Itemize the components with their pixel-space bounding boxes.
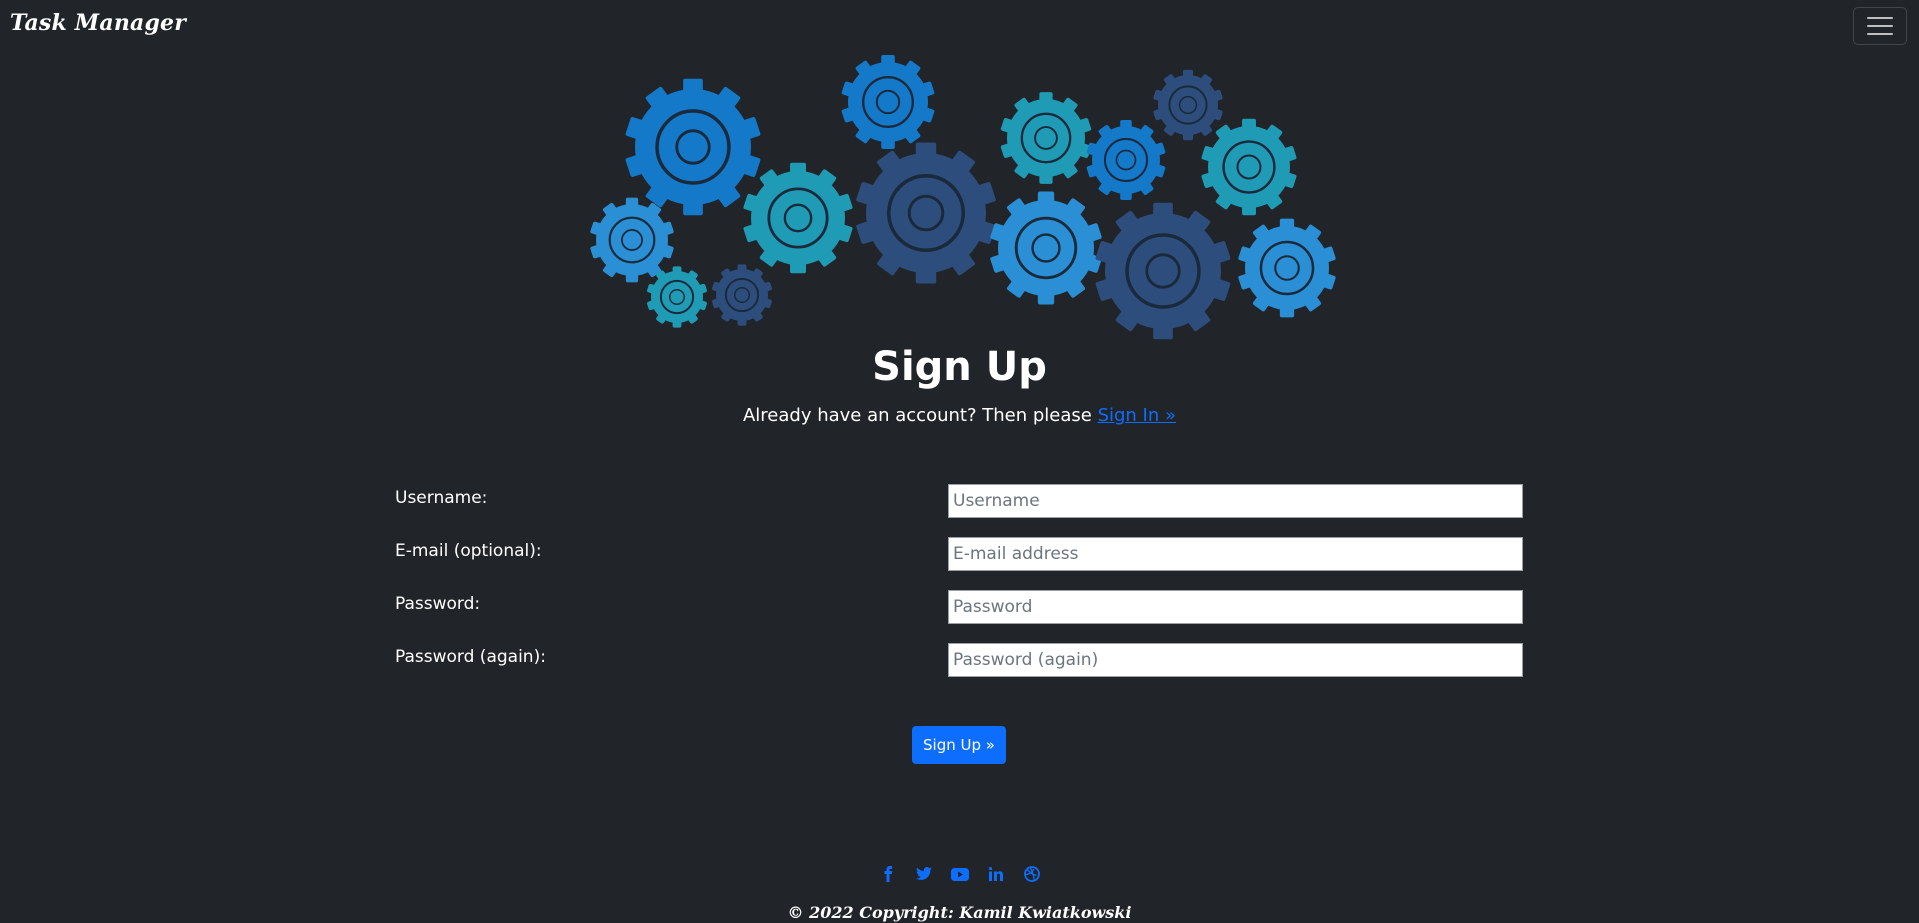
email-label: E-mail (optional): [395,541,542,561]
email-row: E-mail (optional): [395,537,1523,573]
username-input[interactable] [948,484,1523,518]
linkedin-icon[interactable] [986,864,1006,884]
email-input[interactable] [948,537,1523,571]
dribbble-icon[interactable] [1022,864,1042,884]
page-title: Sign Up [872,344,1047,390]
username-row: Username: [395,484,1523,520]
hamburger-menu-icon-bar [1867,25,1893,27]
password-label: Password: [395,594,481,614]
bar-chart-icon [1153,69,1223,141]
flowchart-icon [712,264,772,326]
briefcase-icon [1086,120,1166,200]
lightbulb-icon [856,142,996,284]
signup-button[interactable]: Sign Up » [912,726,1006,764]
password-again-input[interactable] [948,643,1523,677]
calendar-icon [1000,92,1092,184]
username-label: Username: [395,488,488,508]
password-input[interactable] [948,590,1523,624]
copyright-text: © 2022 Copyright: Kamil Kwiatkowski [787,903,1132,922]
signin-prompt-text: Already have an account? Then please [742,405,1098,426]
credit-card-icon [990,191,1102,305]
password-again-label: Password (again): [395,647,546,667]
signin-prompt: Already have an account? Then please Sig… [0,405,1919,426]
gold-bars-icon [1238,218,1336,318]
password-row: Password: [395,590,1523,626]
target-icon [625,78,761,216]
navbar: Task Manager [0,0,1919,54]
social-links [0,864,1919,884]
gears-illustration [590,54,1336,340]
hamburger-menu-icon [1867,17,1893,19]
signin-link[interactable]: Sign In » [1098,405,1176,426]
password-again-row: Password (again): [395,643,1523,679]
twitter-icon[interactable] [914,864,934,884]
presentation-chart-icon [841,54,935,150]
hamburger-menu-icon-bar [1867,33,1893,35]
hamburger-menu-button[interactable] [1853,7,1907,45]
store-icon [743,162,853,274]
youtube-icon[interactable] [950,864,970,884]
clipboard-checklist-icon [1201,118,1297,216]
facebook-icon[interactable] [878,864,898,884]
magnifier-icon [647,266,707,328]
brand-title[interactable]: Task Manager [10,10,186,36]
pie-chart-icon [590,197,674,283]
team-icon [1095,202,1231,340]
